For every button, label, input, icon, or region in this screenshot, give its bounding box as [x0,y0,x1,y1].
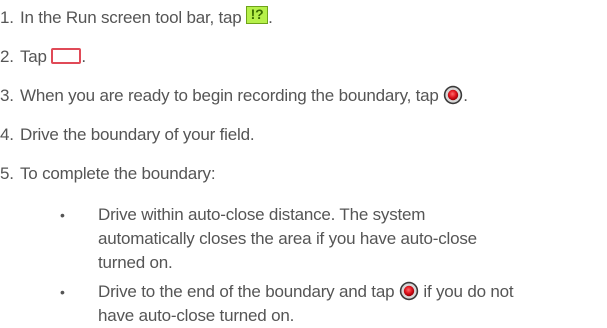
bullet-item-1: Drive within auto-close distance. The sy… [98,203,598,275]
step-number: 5. [0,164,14,183]
step-5: 5. To complete the boundary: [0,162,216,186]
bullet-marker: • [60,207,65,223]
record-icon [444,85,463,105]
boundary-tool-icon: !? [246,6,269,24]
bullet-line: Drive within auto-close distance. The sy… [98,205,426,224]
step-number: 3. [0,86,14,105]
instructions-page: { "steps": [ {"number": "1.", "text_befo… [0,0,607,328]
step-text-end: . [81,47,86,66]
step-number: 2. [0,47,14,66]
bullet-line: have auto-close turned on. [98,306,295,325]
step-text: Tap [20,47,52,66]
step-text-end: . [463,86,468,105]
step-text-end: . [268,8,273,27]
step-1: 1. In the Run screen tool bar, tap !?. [0,6,273,30]
step-4: 4. Drive the boundary of your field. [0,123,255,147]
bullet-marker: • [60,284,65,300]
bullet-line: turned on. [98,253,173,272]
bullet-line-start: Drive to the end of the boundary and tap [98,282,399,301]
step-text: In the Run screen tool bar, tap [20,8,247,27]
step-text: To complete the boundary: [20,164,216,183]
step-text: Drive the boundary of your field. [20,125,255,144]
record-icon [399,281,419,301]
step-number: 4. [0,125,14,144]
bullet-line: automatically closes the area if you hav… [98,229,477,248]
bullet-line: Drive to the end of the boundary and tap… [98,280,598,304]
rectangle-button-icon [51,48,82,64]
step-2: 2. Tap . [0,45,86,69]
step-text: When you are ready to begin recording th… [20,86,444,105]
bullet-line-end: if you do not [418,282,514,301]
step-3: 3. When you are ready to begin recording … [0,84,468,108]
step-number: 1. [0,8,14,27]
bullet-item-2: Drive to the end of the boundary and tap… [98,280,598,328]
